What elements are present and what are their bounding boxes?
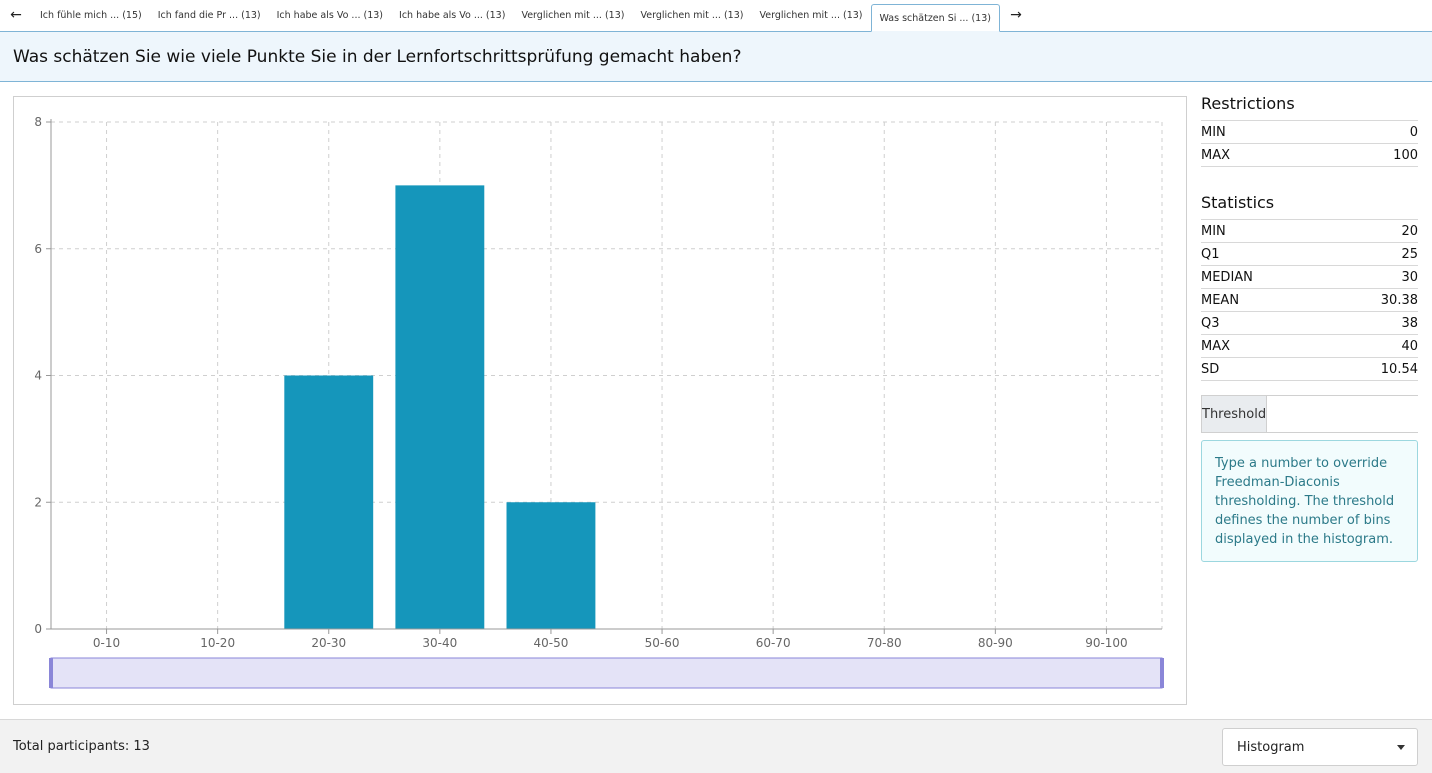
x-tick-label: 0-10 <box>93 636 120 650</box>
restriction-value: 100 <box>1393 147 1418 163</box>
stat-row-q3: Q3 38 <box>1201 312 1418 335</box>
stat-key: Q1 <box>1201 246 1220 262</box>
tab-2[interactable]: Ich habe als Vo ... (13) <box>269 0 391 31</box>
threshold-input[interactable] <box>1267 396 1432 432</box>
stat-key: MEAN <box>1201 292 1240 308</box>
chevron-down-icon <box>1397 745 1405 750</box>
stat-value: 38 <box>1401 315 1418 331</box>
brush-handle-right[interactable] <box>1160 658 1164 688</box>
tab-strip: ← Ich fühle mich ... (15) Ich fand die Pr… <box>0 0 1432 32</box>
tab-7[interactable]: Was schätzen Si ... (13) <box>870 4 1000 32</box>
stat-key: MIN <box>1201 223 1226 239</box>
x-tick-label: 90-100 <box>1085 636 1128 650</box>
stat-key: MEDIAN <box>1201 269 1253 285</box>
histogram-bar <box>395 185 485 629</box>
x-tick-label: 40-50 <box>534 636 569 650</box>
stat-key: MAX <box>1201 338 1231 354</box>
y-tick-label: 2 <box>34 495 42 509</box>
threshold-input-group: Threshold <box>1201 395 1432 433</box>
x-tick-label: 30-40 <box>422 636 457 650</box>
tab-4[interactable]: Verglichen mit ... (13) <box>513 0 632 31</box>
sidebar: Restrictions MIN 0 MAX 100 Statistics MI… <box>1201 92 1432 562</box>
restriction-row-min: MIN 0 <box>1201 121 1418 144</box>
restrictions-table: MIN 0 MAX 100 <box>1201 120 1418 167</box>
chart-type-select[interactable]: Histogram <box>1222 728 1418 766</box>
stat-value: 30 <box>1401 269 1418 285</box>
y-tick-label: 6 <box>34 242 42 256</box>
y-tick-label: 0 <box>34 622 42 636</box>
restriction-key: MAX <box>1201 147 1231 163</box>
stat-value: 10.54 <box>1380 361 1418 377</box>
x-tick-label: 20-30 <box>311 636 346 650</box>
stat-value: 20 <box>1401 223 1418 239</box>
tab-next-arrow-icon[interactable]: → <box>1000 0 1032 31</box>
tab-prev-arrow-icon[interactable]: ← <box>0 0 32 31</box>
stat-row-mean: MEAN 30.38 <box>1201 289 1418 312</box>
tab-list: Ich fühle mich ... (15) Ich fand die Pr .… <box>32 0 1000 32</box>
stat-row-sd: SD 10.54 <box>1201 358 1418 381</box>
histogram-bar <box>506 502 596 629</box>
restriction-key: MIN <box>1201 124 1226 140</box>
stat-row-max: MAX 40 <box>1201 335 1418 358</box>
restriction-row-max: MAX 100 <box>1201 144 1418 167</box>
histogram-panel: 0 2 4 6 8 0-10 10-20 20-30 30-40 40-50 50-60 60-70 7… <box>13 96 1187 705</box>
total-participants: Total participants: 13 <box>13 739 150 754</box>
x-tick-label: 60-70 <box>756 636 791 650</box>
question-title: Was schätzen Sie wie viele Punkte Sie in… <box>13 46 742 67</box>
stat-row-min: MIN 20 <box>1201 220 1418 243</box>
threshold-info-box: Type a number to override Freedman-Diaco… <box>1201 440 1418 562</box>
x-tick-label: 50-60 <box>645 636 680 650</box>
histogram-chart: 0 2 4 6 8 0-10 10-20 20-30 30-40 40-50 50-60 60-70 7… <box>34 115 1164 689</box>
threshold-label: Threshold <box>1202 396 1268 432</box>
tab-5[interactable]: Verglichen mit ... (13) <box>632 0 751 31</box>
x-tick-label: 80-90 <box>978 636 1013 650</box>
stat-key: SD <box>1201 361 1220 377</box>
range-brush[interactable] <box>50 657 1163 689</box>
stat-key: Q3 <box>1201 315 1220 331</box>
histogram-bar <box>284 375 374 629</box>
statistics-table: MIN 20 Q1 25 MEDIAN 30 MEAN 30.38 Q3 38 … <box>1201 219 1418 381</box>
tab-6[interactable]: Verglichen mit ... (13) <box>751 0 870 31</box>
stat-value: 25 <box>1401 246 1418 262</box>
tab-3[interactable]: Ich habe als Vo ... (13) <box>391 0 513 31</box>
stat-row-q1: Q1 25 <box>1201 243 1418 266</box>
footer: Total participants: 13 Histogram <box>0 719 1432 773</box>
chart-type-selected: Histogram <box>1237 739 1305 755</box>
stat-value: 40 <box>1401 338 1418 354</box>
tab-1[interactable]: Ich fand die Pr ... (13) <box>150 0 269 31</box>
x-tick-label: 70-80 <box>867 636 902 650</box>
restrictions-heading: Restrictions <box>1201 94 1295 113</box>
y-tick-label: 4 <box>34 369 42 383</box>
stat-value: 30.38 <box>1380 292 1418 308</box>
statistics-heading: Statistics <box>1201 193 1275 212</box>
y-tick-label: 8 <box>34 115 42 129</box>
tab-0[interactable]: Ich fühle mich ... (15) <box>32 0 150 31</box>
x-tick-label: 10-20 <box>200 636 235 650</box>
brush-handle-left[interactable] <box>49 658 53 688</box>
question-header: Was schätzen Sie wie viele Punkte Sie in… <box>0 32 1432 82</box>
restriction-value: 0 <box>1409 124 1418 140</box>
stat-row-median: MEDIAN 30 <box>1201 266 1418 289</box>
